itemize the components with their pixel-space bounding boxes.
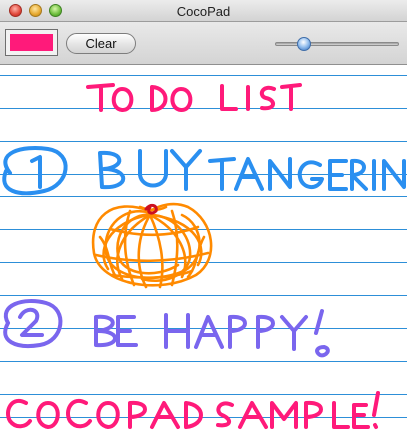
- handwriting-todo-list: [86, 83, 302, 112]
- title-bar: CocoPad: [0, 0, 407, 22]
- handwriting-item-1: [2, 146, 406, 196]
- ruled-lines: [0, 75, 407, 418]
- handwriting-cocopad-sample: [6, 391, 380, 429]
- clear-button[interactable]: Clear: [66, 33, 136, 54]
- color-well[interactable]: [5, 29, 58, 56]
- drawing-canvas[interactable]: [0, 65, 407, 430]
- window-title: CocoPad: [176, 4, 231, 19]
- toolbar: Clear: [0, 22, 407, 65]
- slider-knob[interactable]: [296, 37, 311, 51]
- cocopad-window: CocoPad Clear: [0, 0, 407, 430]
- brush-size-slider[interactable]: [275, 37, 399, 51]
- tangerine-sketch: [91, 202, 213, 289]
- slider-track: [275, 42, 399, 46]
- color-swatch: [10, 34, 53, 51]
- canvas-svg: [0, 75, 407, 429]
